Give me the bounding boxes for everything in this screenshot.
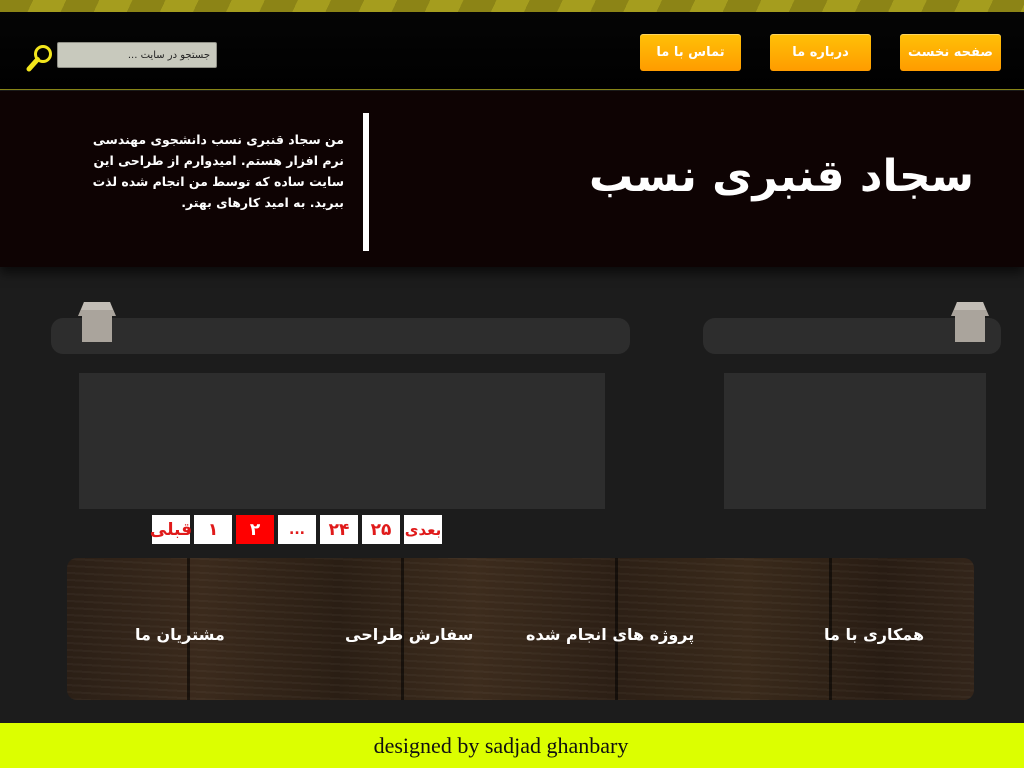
current-page-button[interactable]: ۲ [236,515,274,544]
next-page-button[interactable]: بعدی [404,515,442,544]
page-button[interactable]: ۱ [194,515,232,544]
footer: designed by sadjad ghanbary [0,723,1024,768]
designer-credit: designed by sadjad ghanbary [373,732,629,758]
nav-contact-button[interactable]: تماس با ما [640,34,741,71]
hero-banner: سجاد قنبری نسب من سجاد قنبری نسب دانشجوی… [0,91,1024,267]
search-icon[interactable] [26,43,54,73]
top-stripe [0,0,1024,12]
footer-links-panel: همکاری با ما پروژه های انجام شده سفارش ط… [67,558,974,700]
nav-home-button[interactable]: صفحه نخست [900,34,1001,71]
hero-divider [363,113,369,251]
link-customers[interactable]: مشتریان ما [135,625,225,644]
site-title: سجاد قنبری نسب [588,151,974,202]
nav-about-button[interactable]: درباره ما [770,34,871,71]
page-ellipsis: ... [278,515,316,544]
search-input[interactable] [57,42,217,68]
main-content-box [79,373,605,509]
main-panel-header [51,318,630,354]
pin-clip-icon [951,302,989,342]
page-button[interactable]: ۲۵ [362,515,400,544]
side-content-box [724,373,986,509]
navbar: صفحه نخست درباره ما تماس با ما [0,12,1024,90]
pin-clip-icon [78,302,116,342]
prev-page-button[interactable]: قبلی [150,515,192,544]
link-cooperation[interactable]: همکاری با ما [824,625,924,644]
page-button[interactable]: ۲۴ [320,515,358,544]
link-order-design[interactable]: سفارش طراحی [345,625,473,644]
intro-text: من سجاد قنبری نسب دانشجوی مهندسی نرم افز… [92,132,344,210]
link-projects[interactable]: پروژه های انجام شده [526,625,694,644]
